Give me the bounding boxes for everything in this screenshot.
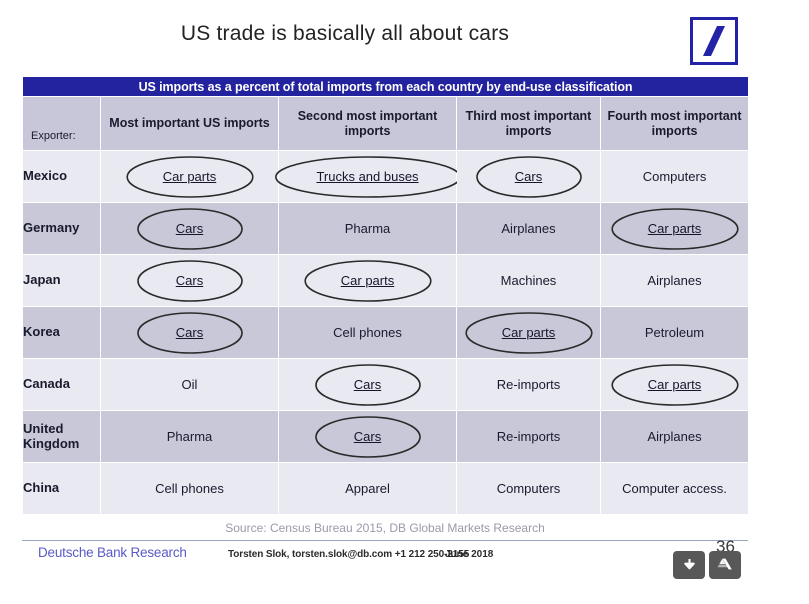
db-logo-slash-icon [703, 26, 725, 56]
cell-text: Apparel [345, 481, 390, 496]
cell-text: Car parts [647, 221, 702, 236]
cell-text: Car parts [501, 325, 556, 340]
country-label: United Kingdom [22, 410, 101, 463]
table-band-row: US imports as a percent of total imports… [21, 76, 750, 97]
source-note: Source: Census Bureau 2015, DB Global Ma… [225, 521, 545, 535]
table-cell-highlighted: Car parts [456, 306, 601, 359]
cell-text: Airplanes [647, 429, 702, 444]
table-cell: Machines [456, 254, 601, 307]
table-cell-highlighted: Cars [100, 254, 279, 307]
google-drive-button[interactable] [709, 551, 741, 579]
table-cell: Cell phones [100, 462, 279, 515]
table-row: Mexico Car parts Trucks and buses Cars Compu… [22, 150, 750, 203]
footer-brand: Deutsche Bank Research [38, 545, 187, 560]
cell-text: Pharma [166, 429, 213, 444]
cell-text: Trucks and buses [316, 169, 419, 184]
table-row: Korea Cars Cell phones Car parts Petroleum [22, 306, 750, 359]
table-row: Canada Oil Cars Re-imports Car parts [22, 358, 750, 411]
table-band-title: US imports as a percent of total imports… [21, 76, 750, 97]
table-row: China Cell phones Apparel Computers Computer… [22, 462, 750, 515]
table-cell: Pharma [100, 410, 279, 463]
table-cell: Airplanes [456, 202, 601, 255]
cell-text: Cars [175, 325, 204, 340]
cell-text: Cars [175, 221, 204, 236]
cell-text: Cars [175, 273, 204, 288]
page-title: US trade is basically all about cars [180, 22, 510, 45]
table-cell-highlighted: Car parts [599, 202, 750, 255]
cell-text: Car parts [647, 377, 702, 392]
google-drive-icon [717, 558, 732, 570]
table-cell: Re-imports [456, 410, 601, 463]
table-cell: Computers [599, 150, 750, 203]
country-label: Mexico [22, 150, 101, 203]
table-header-row: Exporter: Most important US imports Second… [22, 96, 750, 151]
cell-text: Cell phones [155, 481, 224, 496]
column-header-1: Most important US imports [100, 96, 279, 151]
table-cell: Re-imports [456, 358, 601, 411]
footer-date: June 2018 [445, 549, 494, 560]
table-cell-highlighted: Car parts [278, 254, 457, 307]
column-header-2: Second most important imports [278, 96, 457, 151]
country-label: Germany [22, 202, 101, 255]
overlay-button-group [673, 551, 741, 579]
deutsche-bank-logo [690, 17, 738, 65]
download-button[interactable] [673, 551, 705, 579]
table-cell-highlighted: Car parts [100, 150, 279, 203]
table-cell-highlighted: Cars [456, 150, 601, 203]
table-cell-highlighted: Cars [100, 306, 279, 359]
cell-text: Cars [353, 429, 382, 444]
cell-text: Oil [181, 377, 198, 392]
column-header-exporter: Exporter: [22, 96, 101, 151]
column-header-4: Fourth most important imports [599, 96, 750, 151]
country-label: Canada [22, 358, 101, 411]
country-label: Japan [22, 254, 101, 307]
table-cell: Airplanes [599, 410, 750, 463]
cell-text: Petroleum [644, 325, 705, 340]
cell-text: Computers [496, 481, 561, 496]
download-icon [683, 558, 695, 569]
footer-contact: Torsten Slok, torsten.slok@db.com +1 212… [228, 549, 470, 560]
table-cell-highlighted: Car parts [599, 358, 750, 411]
table-cell: Airplanes [599, 254, 750, 307]
table-cell: Petroleum [599, 306, 750, 359]
imports-table-container: US imports as a percent of total imports… [21, 76, 750, 515]
cell-text: Cars [353, 377, 382, 392]
table-cell: Computers [456, 462, 601, 515]
cell-text: Machines [500, 273, 557, 288]
column-header-3: Third most important imports [456, 96, 601, 151]
table-cell-highlighted: Trucks and buses [274, 150, 461, 203]
table-cell: Apparel [278, 462, 457, 515]
country-label: China [22, 462, 101, 515]
table-cell: Pharma [278, 202, 457, 255]
cell-text: Re-imports [496, 377, 561, 392]
table-row: Japan Cars Car parts Machines Airplanes [22, 254, 750, 307]
table-cell: Oil [100, 358, 279, 411]
table-cell-highlighted: Cars [100, 202, 279, 255]
country-label: Korea [22, 306, 101, 359]
table-cell: Computer access. [599, 462, 750, 515]
cell-text: Car parts [340, 273, 395, 288]
footer-divider [22, 540, 748, 541]
cell-text: Cars [514, 169, 543, 184]
cell-text: Cell phones [333, 325, 402, 340]
table-cell-highlighted: Cars [278, 358, 457, 411]
imports-table: US imports as a percent of total imports… [21, 76, 750, 515]
cell-text: Airplanes [501, 221, 556, 236]
cell-text: Computers [642, 169, 707, 184]
table-cell: Cell phones [278, 306, 457, 359]
cell-text: Re-imports [496, 429, 561, 444]
cell-text: Pharma [344, 221, 391, 236]
slide-canvas: US trade is basically all about cars US … [0, 0, 809, 604]
cell-text: Car parts [162, 169, 217, 184]
table-row: United Kingdom Pharma Cars Re-imports Airpla… [22, 410, 750, 463]
cell-text: Computer access. [622, 481, 727, 496]
cell-text: Airplanes [647, 273, 702, 288]
table-row: Germany Cars Pharma Airplanes Car parts [22, 202, 750, 255]
table-cell-highlighted: Cars [278, 410, 457, 463]
